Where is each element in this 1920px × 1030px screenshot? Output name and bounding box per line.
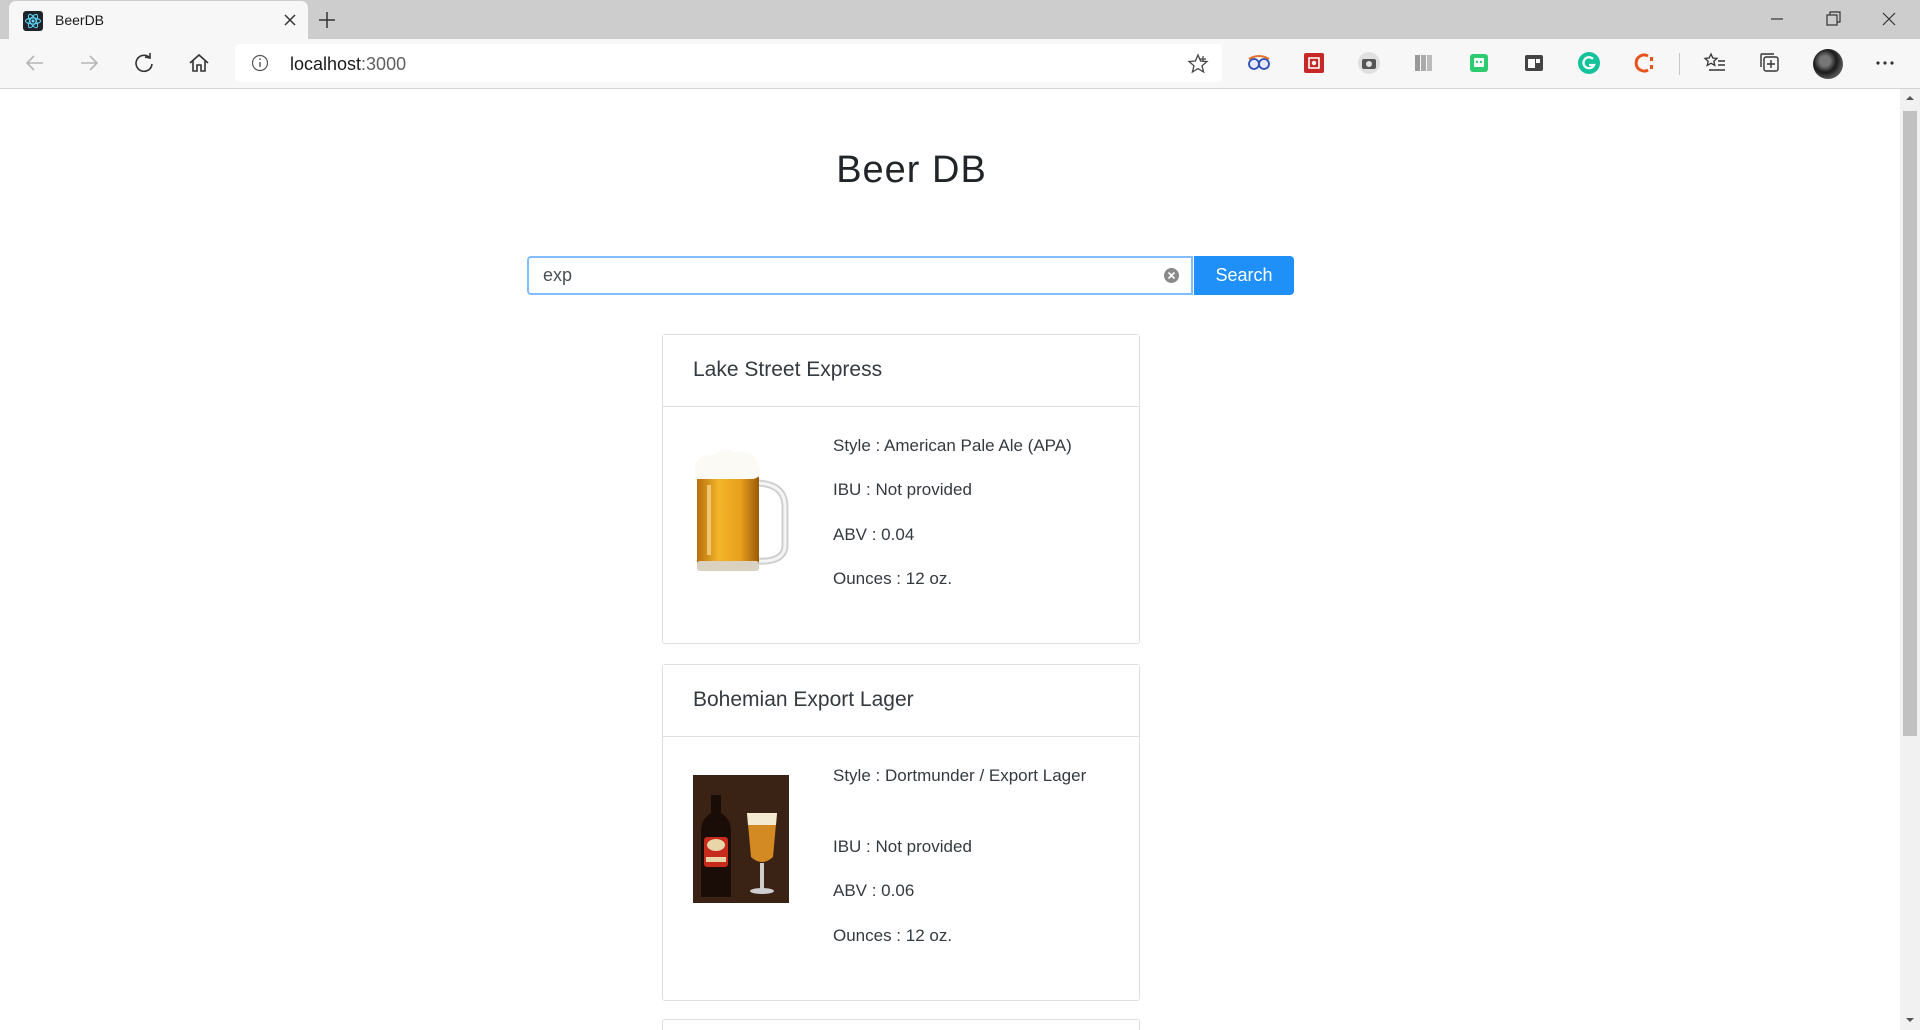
- browser-toolbar: localhost:3000: [0, 39, 1920, 89]
- forward-icon[interactable]: [76, 50, 102, 76]
- beer-ibu: IBU : Not provided: [833, 837, 972, 856]
- beer-card-title: Bohemian Export Lager: [663, 665, 1139, 737]
- extension-books-icon[interactable]: [1412, 51, 1436, 75]
- react-favicon-icon: [23, 11, 43, 31]
- favorite-star-icon[interactable]: [1187, 53, 1209, 75]
- clear-search-icon[interactable]: [1163, 267, 1180, 284]
- close-window-icon[interactable]: [1878, 8, 1900, 30]
- scroll-down-icon[interactable]: [1905, 1015, 1915, 1025]
- beer-card-title: Lake Street Express: [663, 335, 1139, 407]
- scroll-thumb[interactable]: [1903, 111, 1917, 736]
- bottle-and-glass-photo: [693, 775, 789, 903]
- favorites-icon[interactable]: [1703, 51, 1727, 75]
- home-icon[interactable]: [186, 50, 212, 76]
- extension-glasses-icon[interactable]: [1247, 51, 1271, 75]
- beer-abv: ABV : 0.06: [833, 881, 915, 900]
- profile-avatar[interactable]: [1813, 49, 1843, 79]
- beer-ounces: Ounces : 12 oz.: [833, 569, 953, 588]
- url-text: localhost:3000: [290, 54, 407, 74]
- restore-icon[interactable]: [1822, 8, 1844, 30]
- toolbar-separator: [1679, 53, 1680, 75]
- beer-ibu: IBU : Not provided: [833, 480, 972, 499]
- address-bar[interactable]: localhost:3000: [235, 44, 1222, 82]
- refresh-icon[interactable]: [131, 50, 157, 76]
- collections-icon[interactable]: [1758, 51, 1782, 75]
- tab-title: BeerDB: [55, 12, 105, 28]
- beer-card: [662, 1019, 1140, 1030]
- site-info-icon[interactable]: [251, 54, 269, 72]
- extension-window-icon[interactable]: [1522, 51, 1546, 75]
- page-viewport: Beer DB Search Lake Street Express: [0, 89, 1900, 1030]
- search-button[interactable]: Search: [1194, 256, 1294, 295]
- scroll-up-icon[interactable]: [1905, 93, 1915, 103]
- beer-mug-icon: [694, 449, 789, 571]
- grammarly-icon[interactable]: [1577, 51, 1601, 75]
- extension-puzzle-red-icon[interactable]: [1302, 51, 1326, 75]
- browser-tab[interactable]: BeerDB: [9, 1, 308, 39]
- page-title: Beer DB: [836, 149, 987, 191]
- search-input[interactable]: [527, 256, 1193, 295]
- extension-c-icon[interactable]: [1632, 51, 1656, 75]
- page-scrollbar[interactable]: [1900, 89, 1920, 1030]
- beer-ounces: Ounces : 12 oz.: [833, 926, 953, 945]
- new-tab-icon[interactable]: [316, 9, 338, 31]
- minimize-icon[interactable]: [1766, 8, 1788, 30]
- back-icon[interactable]: [22, 50, 48, 76]
- extension-camera-icon[interactable]: [1357, 51, 1381, 75]
- beer-style: Style : American Pale Ale (APA): [833, 436, 1072, 455]
- beer-card: Bohemian Export Lager Style : Dortmunder…: [662, 664, 1140, 1001]
- tab-strip: BeerDB: [0, 0, 1920, 39]
- close-tab-icon[interactable]: [281, 11, 299, 29]
- more-options-icon[interactable]: [1873, 51, 1897, 75]
- beer-card: Lake Street Express Style : American Pal…: [662, 334, 1140, 644]
- extension-green-robot-icon[interactable]: [1467, 51, 1491, 75]
- beer-abv: ABV : 0.04: [833, 525, 915, 544]
- beer-style: Style : Dortmunder / Export Lager: [833, 766, 1087, 785]
